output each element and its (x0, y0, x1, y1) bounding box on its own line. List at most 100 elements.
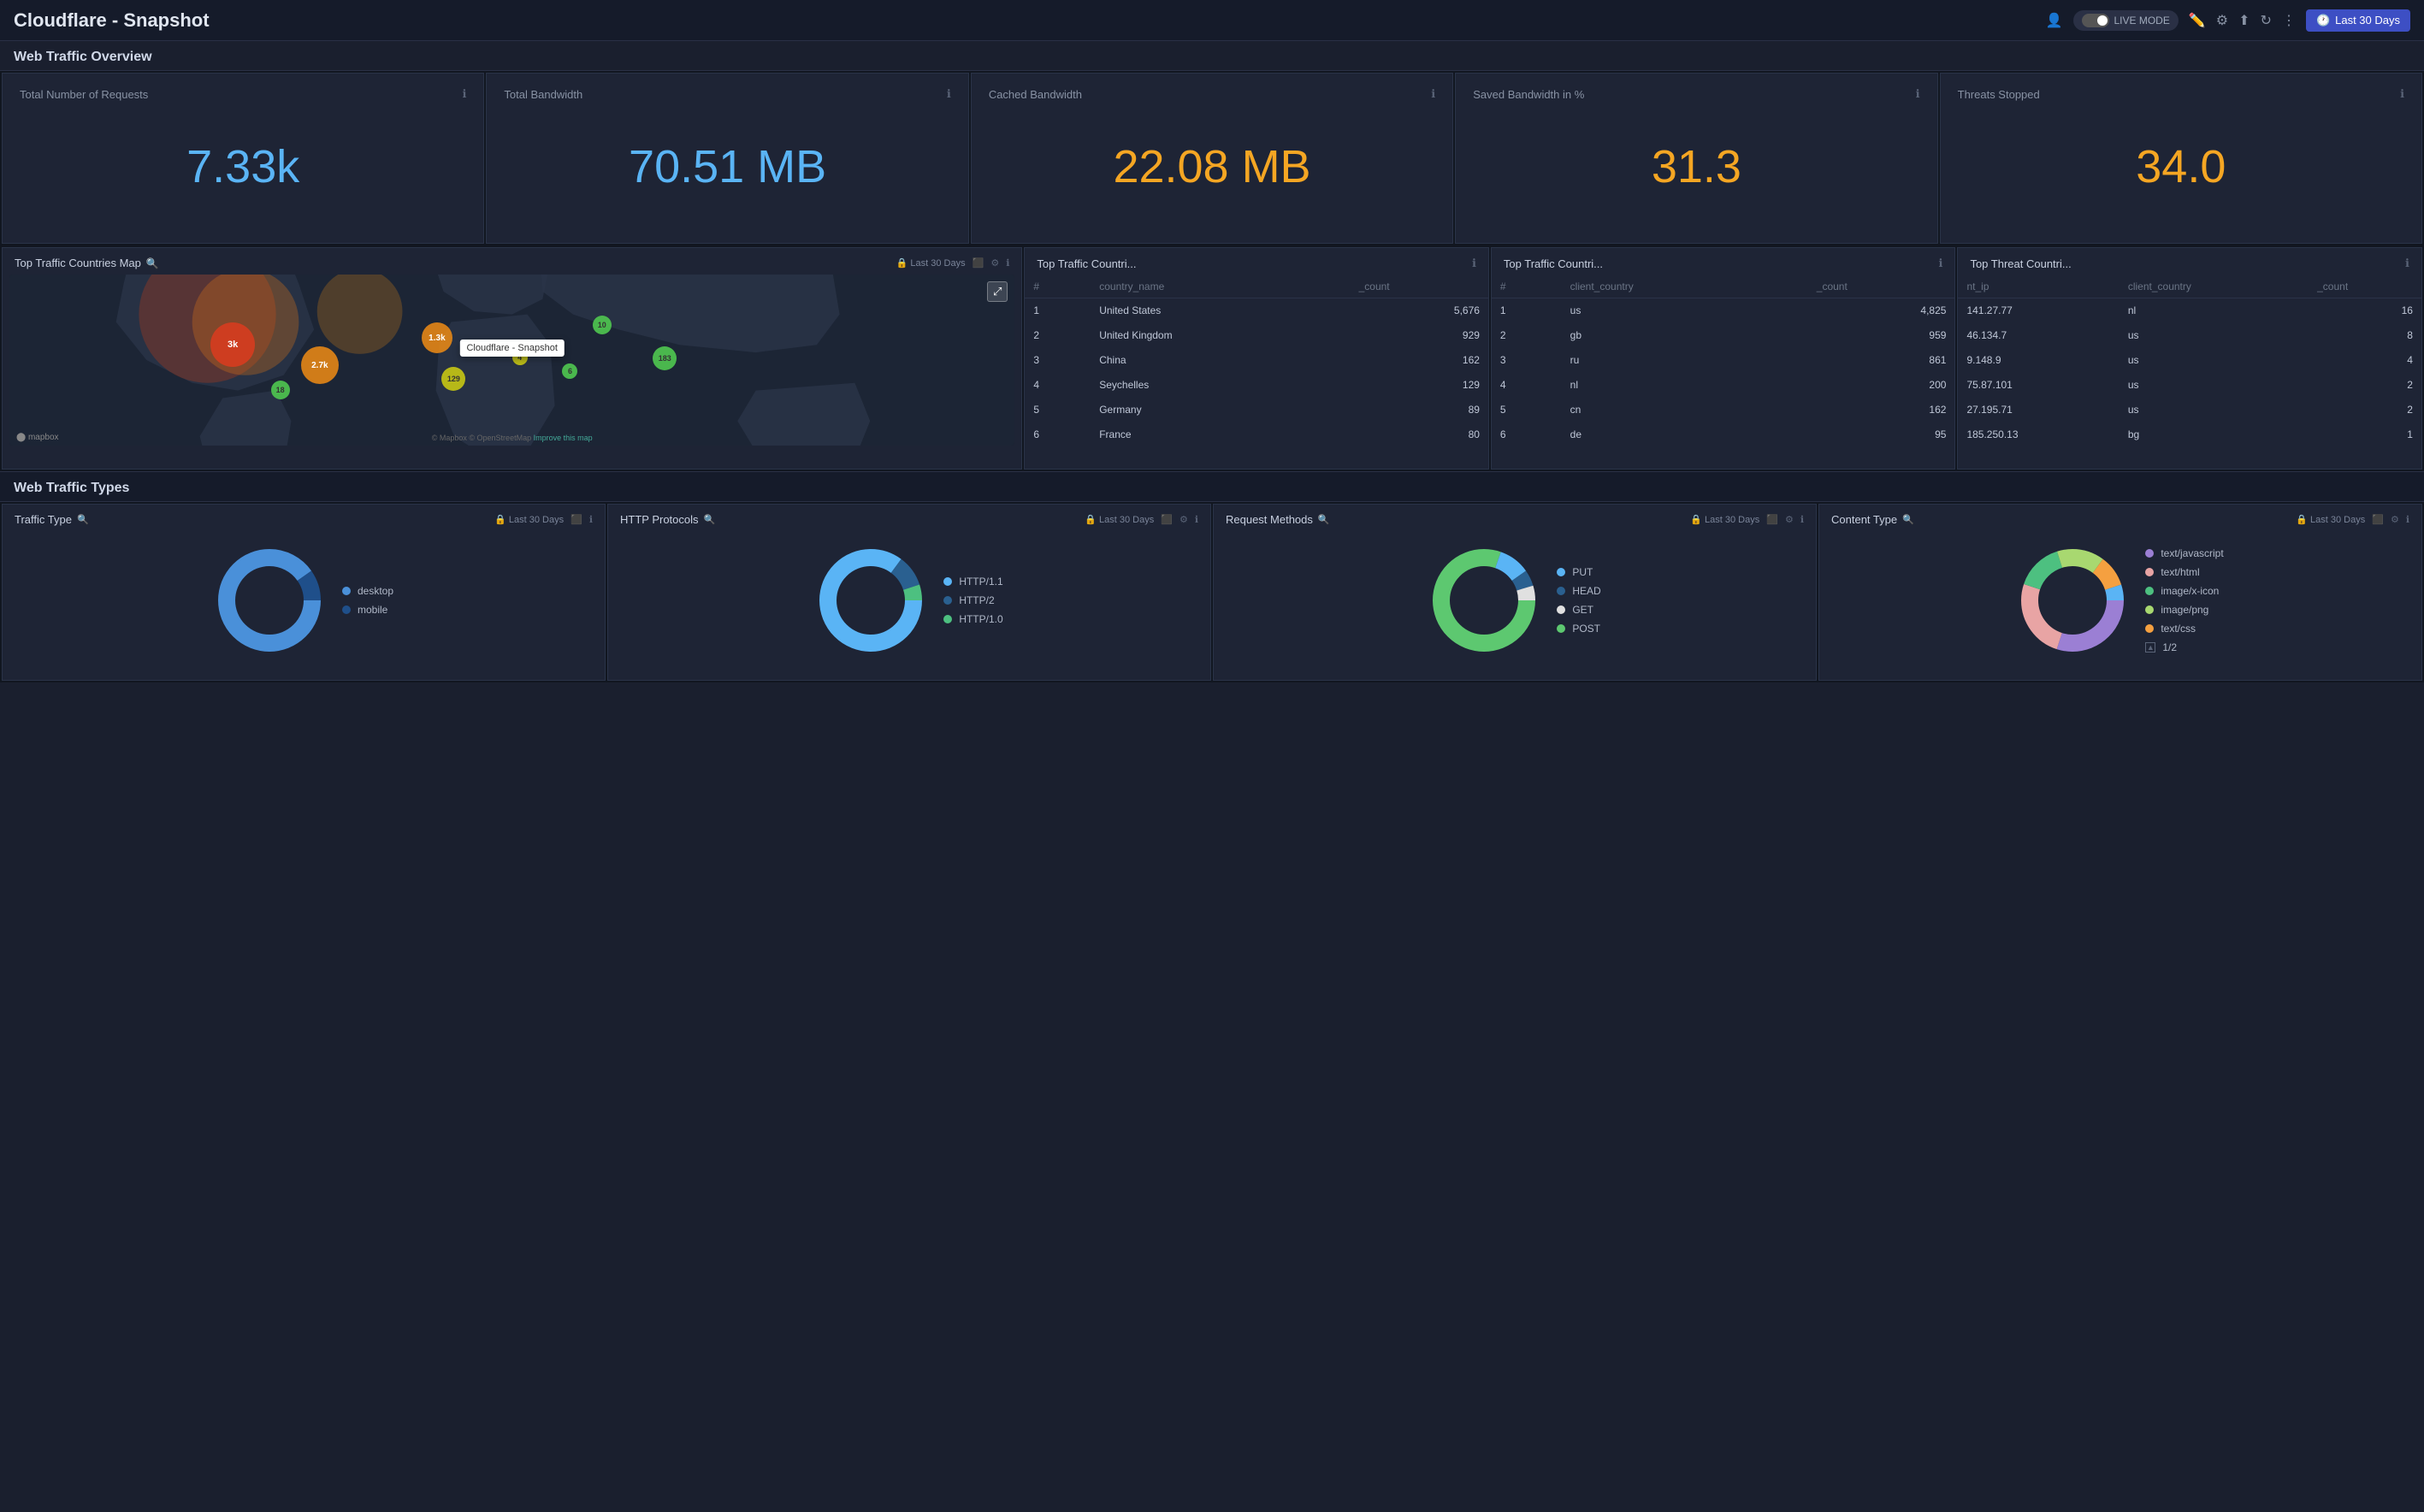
info-icon-c1[interactable]: ℹ (589, 514, 593, 525)
refresh-icon[interactable]: ↻ (2261, 12, 2272, 29)
table-title-countries: Top Traffic Countri... (1037, 257, 1136, 270)
mapbox-credit: © Mapbox © OpenStreetMap Improve this ma… (432, 434, 593, 442)
table-row: 141.27.77nl16 (1958, 298, 2421, 323)
chart-header-traffic-type: Traffic Type 🔍 🔒 Last 30 Days ⬛ ℹ (3, 505, 605, 531)
edit-icon[interactable]: ✏️ (2189, 12, 2206, 29)
info-icon-c4[interactable]: ℹ (2406, 514, 2409, 525)
info-icon-requests[interactable]: ℹ (462, 87, 466, 101)
map-time-range: 🔒 Last 30 Days (896, 257, 966, 269)
app-header: Cloudflare - Snapshot 👤 LIVE MODE ✏️ ⚙ ⬆… (0, 0, 2424, 41)
chart-title-content-type: Content Type 🔍 (1831, 513, 1914, 526)
donut-area-content-type: text/javascript text/html image/x-icon i… (1819, 531, 2421, 670)
filter-icon-c3[interactable]: ⚙ (1785, 514, 1794, 525)
map-container[interactable]: 3k 2.7k 1.3k 10 4 6 183 129 18 ⤢ Cloudfl… (9, 275, 1014, 446)
countries-ip-table: # client_country _count 1us4,8252gb9593r… (1492, 275, 1955, 447)
filter-icon[interactable]: ⚙ (2216, 12, 2228, 29)
row-client-country: ru (1562, 348, 1808, 373)
info-icon-saved[interactable]: ℹ (1916, 87, 1920, 101)
row-count: 162 (1808, 398, 1955, 422)
row-threat-country: us (2120, 348, 2309, 373)
copy-icon-c1[interactable]: ⬛ (571, 514, 582, 525)
row-count: 861 (1808, 348, 1955, 373)
user-icon[interactable]: 👤 (2046, 12, 2063, 29)
col-threat-country: client_country (2120, 275, 2309, 298)
table-title-threats: Top Threat Countri... (1970, 257, 2071, 270)
map-expand-button[interactable]: ⤢ (987, 281, 1008, 302)
time-range-label: Last 30 Days (2335, 14, 2400, 27)
table-header-threats: Top Threat Countri... ℹ (1958, 248, 2421, 275)
search-icon-chart1[interactable]: 🔍 (77, 514, 89, 525)
legend-item-http11: HTTP/1.1 (943, 576, 1002, 588)
copy-icon-c4[interactable]: ⬛ (2372, 514, 2384, 525)
more-icon[interactable]: ⋮ (2282, 12, 2296, 29)
legend-dot-head (1557, 587, 1565, 595)
toggle-switch[interactable] (2082, 14, 2109, 27)
row-count: 2 (2309, 373, 2421, 398)
map-dot-4[interactable]: 4 (512, 350, 528, 365)
search-icon-chart4[interactable]: 🔍 (1902, 514, 1914, 525)
col-num: # (1025, 275, 1091, 298)
chart-header-content-type: Content Type 🔍 🔒 Last 30 Days ⬛ ⚙ ℹ (1819, 505, 2421, 531)
metrics-row: Total Number of Requests ℹ 7.33k Total B… (0, 71, 2424, 245)
table-row: 6France80 (1025, 422, 1488, 447)
copy-icon[interactable]: ⬛ (973, 257, 984, 269)
legend-item-css: text/css (2145, 623, 2223, 635)
col-count3: _count (2309, 275, 2421, 298)
table-traffic-countries-name: Top Traffic Countri... ℹ # country_name … (1024, 247, 1489, 470)
chart-header-http: HTTP Protocols 🔍 🔒 Last 30 Days ⬛ ⚙ ℹ (608, 505, 1210, 531)
map-dot-2700[interactable]: 2.7k (301, 346, 339, 384)
info-icon-c2[interactable]: ℹ (1195, 514, 1198, 525)
live-mode-toggle[interactable]: LIVE MODE (2073, 10, 2179, 31)
filter-icon-c4[interactable]: ⚙ (2391, 514, 2399, 525)
chart4-time: 🔒 Last 30 Days (2296, 514, 2365, 525)
map-dot-18[interactable]: 18 (271, 381, 290, 399)
metric-label-requests: Total Number of Requests ℹ (20, 87, 466, 101)
search-icon[interactable]: 🔍 (146, 257, 159, 269)
info-icon-bandwidth[interactable]: ℹ (947, 87, 951, 101)
table-row: 185.250.13bg1 (1958, 422, 2421, 447)
filter-icon-c2[interactable]: ⚙ (1179, 514, 1188, 525)
info-icon-c3[interactable]: ℹ (1800, 514, 1804, 525)
legend-dot-desktop (342, 587, 351, 595)
copy-icon-c3[interactable]: ⬛ (1766, 514, 1778, 525)
col-count2: _count (1808, 275, 1955, 298)
time-range-button[interactable]: 🕐 Last 30 Days (2306, 9, 2410, 32)
copy-icon-c2[interactable]: ⬛ (1161, 514, 1173, 525)
donut-content-type (2017, 545, 2128, 656)
share-icon[interactable]: ⬆ (2238, 12, 2250, 29)
row-num: 5 (1492, 398, 1562, 422)
info-icon-table1[interactable]: ℹ (1472, 257, 1476, 270)
info-icon-threats[interactable]: ℹ (2400, 87, 2404, 101)
map-dot-3k[interactable]: 3k (210, 322, 255, 367)
search-icon-chart2[interactable]: 🔍 (704, 514, 716, 525)
map-dot-10[interactable]: 10 (593, 316, 612, 334)
row-count: 16 (2309, 298, 2421, 323)
row-count: 2 (2309, 398, 2421, 422)
search-icon-chart3[interactable]: 🔍 (1318, 514, 1330, 525)
filter-icon-map[interactable]: ⚙ (990, 257, 999, 269)
chart2-controls: 🔒 Last 30 Days ⬛ ⚙ ℹ (1085, 514, 1198, 525)
table-row: 75.87.101us2 (1958, 373, 2421, 398)
legend-expand-icon[interactable]: ▲ (2145, 642, 2155, 653)
row-num: 2 (1492, 323, 1562, 348)
col-country-name: country_name (1091, 275, 1350, 298)
row-ip: 75.87.101 (1958, 373, 2119, 398)
chart-traffic-type: Traffic Type 🔍 🔒 Last 30 Days ⬛ ℹ (2, 504, 606, 681)
info-icon-map[interactable]: ℹ (1006, 257, 1009, 269)
table-row: 5cn162 (1492, 398, 1955, 422)
legend-traffic-type: desktop mobile (342, 585, 393, 616)
row-count: 4,825 (1808, 298, 1955, 323)
info-icon-cached[interactable]: ℹ (1431, 87, 1435, 101)
row-num: 4 (1025, 373, 1091, 398)
donut-traffic-type (214, 545, 325, 656)
info-icon-table2[interactable]: ℹ (1939, 257, 1943, 270)
row-count: 8 (2309, 323, 2421, 348)
row-count: 89 (1351, 398, 1488, 422)
metric-label-saved: Saved Bandwidth in % ℹ (1473, 87, 1919, 101)
legend-item-http2: HTTP/2 (943, 594, 1002, 606)
col-count1: _count (1351, 275, 1488, 298)
info-icon-table3[interactable]: ℹ (2405, 257, 2409, 270)
legend-item-get: GET (1557, 604, 1600, 616)
map-dot-1300[interactable]: 1.3k (422, 322, 452, 353)
chart-request-methods: Request Methods 🔍 🔒 Last 30 Days ⬛ ⚙ ℹ (1213, 504, 1817, 681)
